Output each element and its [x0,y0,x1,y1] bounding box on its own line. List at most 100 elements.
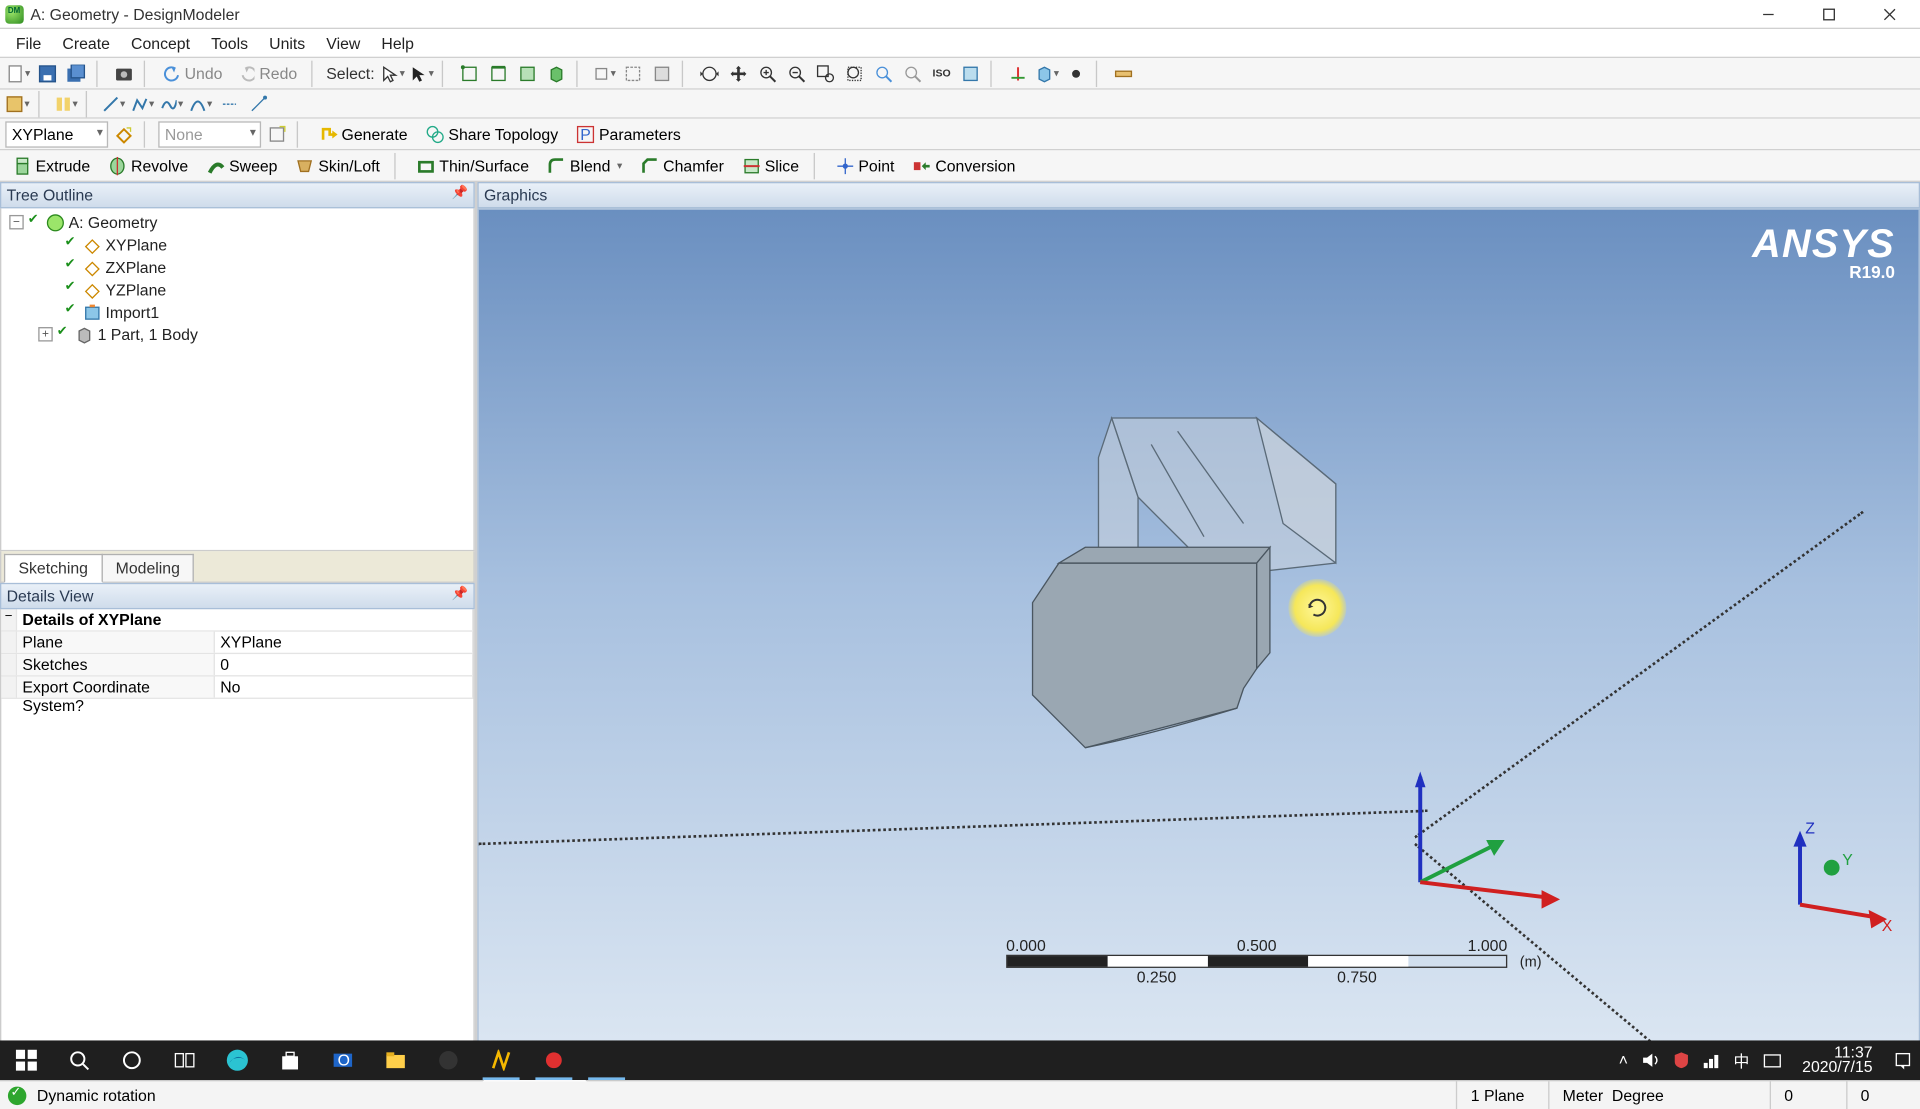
undo-button[interactable]: Undo [158,60,230,86]
ruler-icon[interactable] [1110,60,1136,86]
pin-icon[interactable]: 📌 [452,587,468,602]
security-icon[interactable] [1673,1051,1689,1069]
ansys-wb-icon[interactable] [475,1040,528,1080]
look-at-icon[interactable] [957,60,983,86]
view-triad[interactable]: Z X Y [1774,812,1893,931]
parameters-button[interactable]: P Parameters [569,121,689,147]
edge-icon[interactable] [211,1040,264,1080]
windows-taskbar[interactable]: O ˄ 中 11:37 2020/7/15 [0,1040,1920,1080]
zoom-out-icon[interactable] [783,60,809,86]
zoom-in-icon[interactable] [754,60,780,86]
display-mode-icon[interactable]: ▾ [1034,60,1060,86]
zoom-selected-icon[interactable] [870,60,896,86]
record-icon[interactable] [527,1040,580,1080]
cortana-icon[interactable] [105,1040,158,1080]
box-select-icon[interactable] [620,60,646,86]
extend-select-icon[interactable]: ▾ [591,60,617,86]
thin-surface-button[interactable]: Thin/Surface [409,152,537,178]
tree-root[interactable]: − A: Geometry [4,211,471,233]
tree-outline[interactable]: − A: Geometry XYPlane ZXPlane YZPlane [0,208,475,551]
system-tray[interactable]: ˄ 中 11:37 2020/7/15 [1619,1046,1920,1075]
designmodeler-icon[interactable] [580,1040,633,1080]
menu-tools[interactable]: Tools [203,31,256,55]
graphics-viewport[interactable]: Z X Y 0.000 0.500 1.000 [477,208,1920,1051]
sweep-button[interactable]: Sweep [199,152,286,178]
search-icon[interactable] [53,1040,106,1080]
point-display-icon[interactable] [1063,60,1089,86]
menu-units[interactable]: Units [261,31,313,55]
iso-view-icon[interactable]: ISO [928,60,954,86]
save-icon[interactable] [34,60,60,86]
polyline-tool-icon[interactable]: ▾ [129,90,155,116]
sketch-combo[interactable]: None [158,121,261,147]
pan-view-icon[interactable] [725,60,751,86]
tree-item-import[interactable]: Import1 [4,301,471,323]
select-edge-icon[interactable] [485,60,511,86]
clock[interactable]: 11:37 2020/7/15 [1794,1046,1880,1075]
details-section[interactable]: − Details of XYPlane [1,609,473,631]
pin-icon[interactable]: 📌 [452,186,468,201]
tree-item-xyplane[interactable]: XYPlane [4,233,471,255]
magnifier-icon[interactable] [899,60,925,86]
spline-tool-icon[interactable]: ▾ [158,90,184,116]
blend-button[interactable]: Blend▾ [540,152,631,178]
extrude-button[interactable]: Extrude [5,152,98,178]
menu-create[interactable]: Create [55,31,118,55]
zoom-fit-icon[interactable] [841,60,867,86]
redo-button[interactable]: Redo [233,60,305,86]
share-topology-button[interactable]: Share Topology [418,121,566,147]
zoom-box-icon[interactable] [812,60,838,86]
tab-modeling[interactable]: Modeling [101,554,194,582]
line-tool-icon[interactable]: ▾ [100,90,126,116]
arc-tool-icon[interactable]: ▾ [187,90,213,116]
tab-sketching[interactable]: Sketching [4,554,103,583]
maximize-button[interactable] [1799,0,1860,28]
outlook-icon[interactable]: O [316,1040,369,1080]
menu-concept[interactable]: Concept [123,31,198,55]
minimize-button[interactable] [1738,0,1799,28]
notifications-icon[interactable] [1894,1051,1912,1069]
app-dark-icon[interactable] [422,1040,475,1080]
select-vertex-icon[interactable] [456,60,482,86]
point-tool-icon[interactable] [245,90,271,116]
task-view-icon[interactable] [158,1040,211,1080]
menu-view[interactable]: View [318,31,368,55]
network-icon[interactable] [1702,1051,1720,1069]
lasso-select-icon[interactable] [649,60,675,86]
axis-toggle-icon[interactable] [1005,60,1031,86]
details-row[interactable]: Sketches 0 [1,654,473,676]
details-row[interactable]: Plane XYPlane [1,632,473,654]
rect-tool-icon[interactable]: ▾ [5,90,31,116]
tray-chevron-icon[interactable]: ˄ [1619,1051,1628,1069]
keyboard-icon[interactable] [1763,1051,1781,1069]
start-button[interactable] [0,1040,53,1080]
screenshot-icon[interactable] [111,60,137,86]
construction-tool-icon[interactable] [216,90,242,116]
volume-icon[interactable] [1641,1051,1659,1069]
select-face-icon[interactable] [514,60,540,86]
ime-indicator[interactable]: 中 [1734,1049,1750,1071]
new-sketch-icon[interactable] [264,121,290,147]
store-icon[interactable] [264,1040,317,1080]
split-tool-icon[interactable]: ▾ [53,90,79,116]
explorer-icon[interactable] [369,1040,422,1080]
chamfer-button[interactable]: Chamfer [633,152,732,178]
conversion-button[interactable]: Conversion [905,152,1023,178]
rotate-view-icon[interactable] [696,60,722,86]
new-plane-icon[interactable] [111,121,137,147]
menu-file[interactable]: File [8,31,49,55]
tree-item-parts[interactable]: + 1 Part, 1 Body [4,323,471,345]
revolve-button[interactable]: Revolve [101,152,196,178]
tree-item-zxplane[interactable]: ZXPlane [4,256,471,278]
skin-loft-button[interactable]: Skin/Loft [288,152,388,178]
select-body-icon[interactable] [543,60,569,86]
menu-help[interactable]: Help [374,31,422,55]
slice-button[interactable]: Slice [734,152,807,178]
save-all-icon[interactable] [63,60,89,86]
new-file-icon[interactable]: ▾ [5,60,31,86]
details-row[interactable]: Export Coordinate System? No [1,676,473,698]
cursor-arrow-icon[interactable]: ▾ [409,60,435,86]
generate-button[interactable]: Generate [311,121,415,147]
close-button[interactable] [1859,0,1920,28]
point-feature-button[interactable]: Point [828,152,902,178]
